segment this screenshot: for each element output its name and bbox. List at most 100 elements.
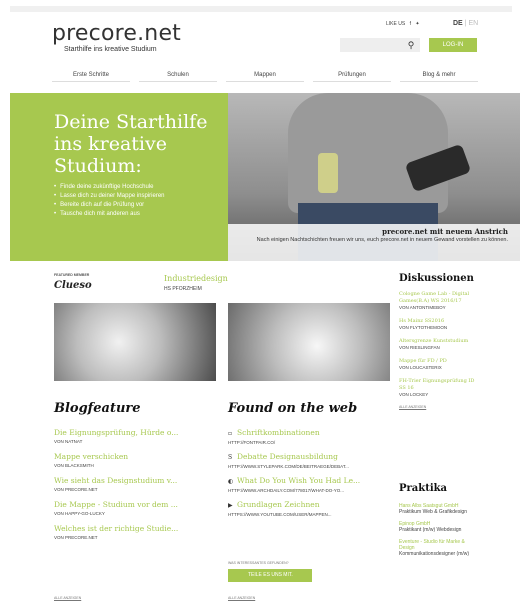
web-item-url: HTTP://FONTPAIR.CO/ <box>228 440 276 445</box>
hero-bullet: Finde deine zukünftige Hochschule <box>54 183 165 192</box>
discussion-author: VON ANTONTIMEBOY <box>399 305 446 310</box>
main-nav: Erste Schritte Schulen Mappen Prüfungen … <box>52 70 478 82</box>
discussion-author: VON RIESLINGFAN <box>399 345 440 350</box>
blog-heading: Blogfeature <box>54 401 141 416</box>
list-item[interactable]: S Debatte Designausbildung HTTP://WWW.STY… <box>228 452 390 476</box>
discussion-author: VON LOUCASTERIX <box>399 365 442 370</box>
blog-item-title[interactable]: Die Mappe - Studium vor dem ... <box>54 500 216 510</box>
featured-project-school: HS PFORZHEIM <box>164 286 202 292</box>
web-item-url: HTTP://WWW.ARCHDAILY.COM/778017/WHAT-DO-… <box>228 488 345 493</box>
list-item[interactable]: FH-Trier Eignungsprüfung ID SS 16 VON LO… <box>399 378 479 398</box>
web-item-title-text: Debatte Designausbildung <box>237 452 338 461</box>
praktikum-role: Praktikum Web & Grafikdesign <box>399 509 467 515</box>
web-item-title[interactable]: ▫ Schriftkombinationen <box>228 428 390 439</box>
web-item-title-text: Grundlagen Zeichnen <box>237 500 320 509</box>
web-item-title[interactable]: ▶ Grundlagen Zeichnen <box>228 500 390 511</box>
discussion-author: VON FLYTOTHEMOON <box>399 325 448 330</box>
featured-project-title[interactable]: Industriedesign <box>164 274 228 283</box>
web-item-title[interactable]: ◐ What Do You Wish You Had Le... <box>228 476 390 487</box>
web-item-title[interactable]: S Debatte Designausbildung <box>228 452 390 463</box>
list-item[interactable]: ▶ Grundlagen Zeichnen HTTPS://WWW.YOUTUBE… <box>228 500 390 524</box>
login-button[interactable]: LOG-IN <box>429 38 477 52</box>
nav-blog[interactable]: Blog & mehr <box>400 70 478 82</box>
language-switch: DE | EN <box>453 20 478 27</box>
photo-shirt <box>288 93 448 213</box>
photo-jar <box>318 153 338 193</box>
discussion-title[interactable]: Hs Mainz SS2016 <box>399 318 479 325</box>
twitter-icon[interactable]: ✦ <box>415 21 419 27</box>
featured-member-name[interactable]: Clueso <box>54 280 92 291</box>
web-show-all-link[interactable]: ALLE ANZEIGEN <box>228 596 255 600</box>
list-item[interactable]: Welches ist der richtige Studie... VON P… <box>54 524 216 548</box>
list-item[interactable]: Hs Mainz SS2016 VON FLYTOTHEMOON <box>399 318 479 331</box>
blog-item-title[interactable]: Die Eignungsprüfung, Hürde o... <box>54 428 216 438</box>
praktikum-role: Praktikant (m/w) Webdesign <box>399 527 462 533</box>
discussion-title[interactable]: FH-Trier Eignungsprüfung ID SS 16 <box>399 378 479 392</box>
discussion-title[interactable]: Mappe für FD / PD <box>399 358 479 365</box>
list-item[interactable]: Altersgrenze Kunststudium VON RIESLINGFA… <box>399 338 479 351</box>
logo[interactable]: precore.net Starthilfe ins kreative Stud… <box>52 21 182 54</box>
praktikum-role: Kommunikationsdesigner (m/w) <box>399 551 470 557</box>
youtube-icon: ▶ <box>228 502 233 509</box>
list-item[interactable]: Die Eignungsprüfung, Hürde o... VON NATN… <box>54 428 216 452</box>
search-icon[interactable]: ⚲ <box>404 38 418 52</box>
list-item[interactable]: Epinop GmbH Praktikant (m/w) Webdesign <box>399 521 479 533</box>
list-item[interactable]: ◐ What Do You Wish You Had Le... HTTP://W… <box>228 476 390 500</box>
blog-item-title[interactable]: Mappe verschicken <box>54 452 216 462</box>
praktika-list: Hans Albs Saatsgut GmbH Praktikum Web & … <box>399 503 479 563</box>
like-us: LIKE US f ✦ <box>386 21 423 27</box>
lang-de[interactable]: DE <box>453 20 463 27</box>
share-label: WAS INTERESSANTES GEFUNDEN? <box>228 561 289 565</box>
praktikum-company[interactable]: Eventure - Studio für Marke & Design <box>399 539 479 551</box>
hero-bullet: Tausche dich mit anderen aus <box>54 210 165 219</box>
nav-erste-schritte[interactable]: Erste Schritte <box>52 70 130 82</box>
top-bar <box>10 6 512 12</box>
discussions-panel: Diskussionen Cologne Game Lab - Digital … <box>399 273 479 409</box>
web-list: ▫ Schriftkombinationen HTTP://FONTPAIR.CO… <box>228 428 390 524</box>
logo-subtitle: Starthilfe ins kreative Studium <box>64 46 157 53</box>
link-icon: ▫ <box>228 430 233 437</box>
nav-pruefungen[interactable]: Prüfungen <box>313 70 391 82</box>
lang-en[interactable]: EN <box>468 20 478 27</box>
web-heading: Found on the web <box>228 401 358 416</box>
discussion-title[interactable]: Altersgrenze Kunststudium <box>399 338 479 345</box>
list-item[interactable]: Wie sieht das Designstudium v... VON PRE… <box>54 476 216 500</box>
hero-caption[interactable]: precore.net mit neuem Anstrich Nach eini… <box>228 224 520 261</box>
featured-image-1[interactable] <box>54 303 216 381</box>
archdaily-icon: ◐ <box>228 478 234 485</box>
list-item[interactable]: Eventure - Studio für Marke & Design Kom… <box>399 539 479 557</box>
list-item[interactable]: Hans Albs Saatsgut GmbH Praktikum Web & … <box>399 503 479 515</box>
list-item[interactable]: Mappe für FD / PD VON LOUCASTERIX <box>399 358 479 371</box>
blog-item-author: VON BLACKSMITH <box>54 463 94 468</box>
share-button[interactable]: TEILE ES UNS MIT. <box>228 569 312 582</box>
list-item[interactable]: Die Mappe - Studium vor dem ... VON HAPP… <box>54 500 216 524</box>
discussions-heading: Diskussionen <box>399 273 474 284</box>
blog-item-author: VON NATNAT <box>54 439 83 444</box>
blog-item-title[interactable]: Wie sieht das Designstudium v... <box>54 476 216 486</box>
hero-title: Deine Starthilfe ins kreative Studium: <box>54 111 208 177</box>
blog-show-all-link[interactable]: ALLE ANZEIGEN <box>54 596 81 600</box>
hero-bullet-list: Finde deine zukünftige Hochschule Lasse … <box>54 183 165 219</box>
list-item[interactable]: Mappe verschicken VON BLACKSMITH <box>54 452 216 476</box>
hero-caption-title: precore.net mit neuem Anstrich <box>382 227 508 236</box>
web-item-url: HTTP://WWW.STYLEPARK.COM/DE/BEITRAEGE/DE… <box>228 464 349 469</box>
praktika-heading: Praktika <box>399 483 448 494</box>
discussion-title[interactable]: Cologne Game Lab - Digital Games(B.A) WS… <box>399 291 479 305</box>
like-us-label: LIKE US <box>386 21 406 27</box>
featured-image-2[interactable] <box>228 303 390 381</box>
facebook-icon[interactable]: f <box>410 21 411 27</box>
web-item-url: HTTPS://WWW.YOUTUBE.COM/USER/MAPPEN... <box>228 512 332 517</box>
list-item[interactable]: Cologne Game Lab - Digital Games(B.A) WS… <box>399 291 479 311</box>
nav-mappen[interactable]: Mappen <box>226 70 304 82</box>
nav-schulen[interactable]: Schulen <box>139 70 217 82</box>
web-item-title-text: Schriftkombinationen <box>237 428 320 437</box>
hero-bullet: Lasse dich zu deiner Mappe inspirieren <box>54 192 164 201</box>
blog-item-title[interactable]: Welches ist der richtige Studie... <box>54 524 216 534</box>
logo-title: precore.net <box>52 21 182 46</box>
web-item-title-text: What Do You Wish You Had Le... <box>237 476 361 485</box>
featured-member-label: FEATURED MEMBER <box>54 273 90 277</box>
discussions-show-all-link[interactable]: ALLE ANZEIGEN <box>399 405 479 409</box>
list-item[interactable]: ▫ Schriftkombinationen HTTP://FONTPAIR.CO… <box>228 428 390 452</box>
discussion-author: VON LOCKEY <box>399 392 429 397</box>
blog-item-author: VON PRECORE.NET <box>54 535 98 540</box>
